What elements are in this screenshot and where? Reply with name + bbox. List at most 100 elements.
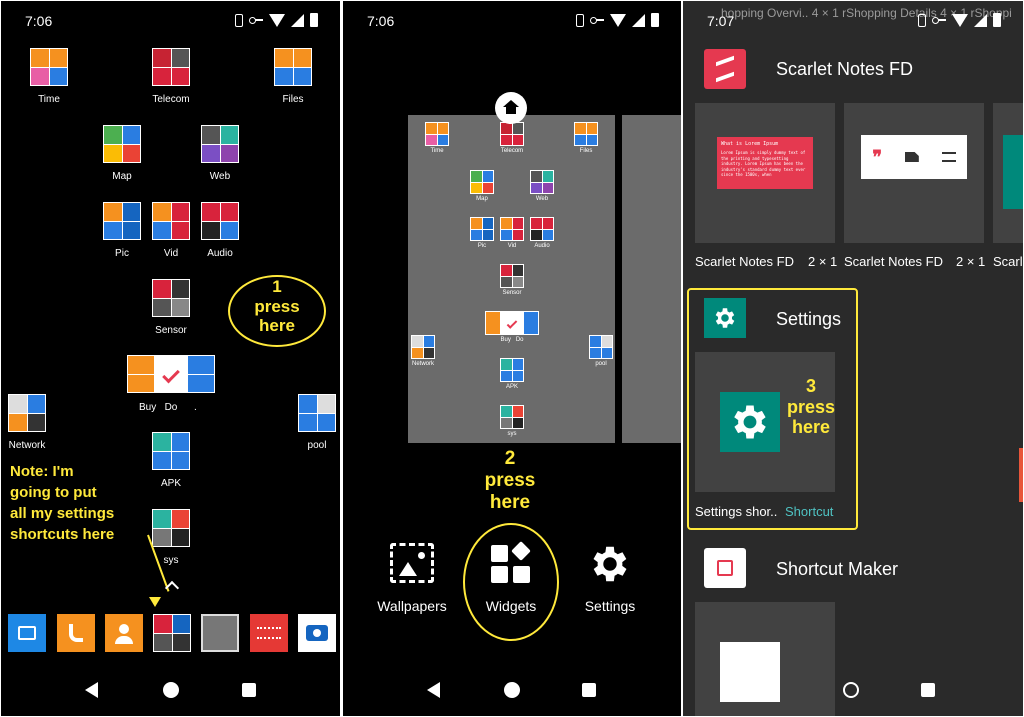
app-drawer-chevron-icon[interactable] [164, 580, 180, 596]
annotation-press-here-3: 3 press here [786, 376, 836, 438]
folder-network-icon[interactable] [8, 394, 46, 432]
folder-time-icon[interactable] [30, 48, 68, 86]
mini-telecom-label: Telecom [500, 148, 524, 154]
scarlet-widget-2-size: 2 × 1 [956, 254, 986, 269]
mini-pool-label: pool [595, 361, 607, 367]
folder-vid-icon[interactable] [152, 202, 190, 240]
scarlet-widget-3-name: Scarl [993, 254, 1023, 269]
folder-audio-label: Audio [207, 248, 233, 259]
dashcam-app-icon[interactable] [201, 614, 239, 652]
wifi-icon [952, 13, 968, 27]
mini-sensor-icon [500, 264, 524, 288]
mini-sensor-label: Sensor [502, 290, 522, 296]
folder-buy-do-label: Buy Do . [139, 402, 197, 413]
scarlet-widget-3-preview[interactable] [993, 103, 1023, 243]
mini-telecom-icon [500, 122, 524, 146]
scarlet-widget-1-preview[interactable]: What is Lorem Ipsum Lorem Ipsum is simpl… [695, 103, 835, 243]
phone-app-icon[interactable] [57, 614, 95, 652]
folder-pool-label: pool [307, 440, 327, 451]
widgets-label: Widgets [485, 598, 537, 614]
home-icon[interactable] [843, 682, 859, 698]
back-icon[interactable] [85, 682, 98, 698]
folder-telecom-icon[interactable] [152, 48, 190, 86]
status-bar: hopping Overvi.. 4 × 1 rShopping Details… [683, 1, 1023, 41]
list-icon [941, 152, 956, 162]
folder-pool-icon[interactable] [298, 394, 336, 432]
widgets-icon [491, 541, 531, 583]
folder-audio-icon[interactable] [201, 202, 239, 240]
next-page-preview[interactable] [622, 115, 681, 443]
mini-buy-do-label: Buy Do [500, 337, 524, 343]
scarlet-note-body: Lorem Ipsum is simply dummy text of the … [721, 150, 806, 178]
mini-web-label: Web [535, 196, 549, 202]
mini-pic-icon [470, 217, 494, 241]
phone-icon [576, 13, 584, 27]
mini-audio-label: Audio [534, 243, 550, 249]
recents-icon[interactable] [921, 683, 935, 697]
wifi-icon [269, 13, 285, 27]
scarlet-toolbar-preview: ❞ [861, 135, 967, 179]
camera-app-icon[interactable] [298, 614, 336, 652]
settings-label: Settings [584, 598, 636, 614]
folder-sensor-icon[interactable] [152, 279, 190, 317]
folder-apk-icon[interactable] [152, 432, 190, 470]
mini-files-label: Files [579, 148, 593, 154]
settings-widget-type: Shortcut [785, 504, 834, 519]
shortcut-maker-title: Shortcut Maker [776, 559, 899, 579]
settings-section-title: Settings [776, 309, 842, 329]
annotation-press-here-2: 2 press here [484, 448, 536, 513]
default-home-button[interactable] [495, 92, 527, 124]
annotation-press-here-1: 1 press here [254, 277, 300, 336]
folder-web-icon[interactable] [201, 125, 239, 163]
folder-buy-do-icon[interactable] [127, 355, 215, 393]
widget-picker-panel: hopping Overvi.. 4 × 1 rShopping Details… [683, 1, 1023, 716]
contacts-app-icon[interactable] [105, 614, 143, 652]
mini-vid-icon [500, 217, 524, 241]
home-icon[interactable] [163, 682, 179, 698]
mini-sys-icon [500, 405, 524, 429]
folder-files-icon[interactable] [274, 48, 312, 86]
recorder-app-icon[interactable] [250, 614, 288, 652]
home-icon[interactable] [504, 682, 520, 698]
navigation-bar [683, 666, 1023, 716]
scarlet-note-preview: What is Lorem Ipsum Lorem Ipsum is simpl… [717, 137, 813, 189]
quote-icon: ❞ [872, 146, 883, 167]
recents-icon[interactable] [242, 683, 256, 697]
tag-icon [904, 152, 919, 162]
mini-buy-do-icon [485, 311, 539, 335]
folder-telecom-label: Telecom [152, 94, 190, 105]
mini-files-icon [574, 122, 598, 146]
signal-icon [632, 13, 645, 27]
status-time: 7:06 [25, 13, 53, 29]
scarlet-widget-2-preview[interactable]: ❞ [844, 103, 984, 243]
settings-dock-folder-icon[interactable] [153, 614, 191, 652]
home-overview-panel: 7:06 Time Telecom Files Map Web Pic Vid … [343, 1, 681, 716]
checkmark-icon [162, 365, 180, 383]
scrollbar-thumb[interactable] [1019, 448, 1023, 502]
folder-web-label: Web [209, 171, 231, 182]
status-bar: 7:06 [343, 1, 681, 41]
folder-network-label: Network [8, 440, 46, 451]
mini-time-label: Time [430, 148, 444, 154]
settings-gear-icon [593, 546, 627, 582]
home-screen-preview[interactable]: Time Telecom Files Map Web Pic Vid Audio… [408, 115, 615, 443]
back-icon[interactable] [427, 682, 440, 698]
scarlet-note-title: What is Lorem Ipsum [721, 141, 779, 147]
mini-map-icon [470, 170, 494, 194]
folder-map-label: Map [112, 171, 132, 182]
home-screen-panel: 7:06 Time Telecom Files Map Web Pic Vid … [1, 1, 340, 716]
mini-time-icon [425, 122, 449, 146]
folder-sys-icon[interactable] [152, 509, 190, 547]
back-icon[interactable] [765, 682, 778, 698]
folder-sensor-label: Sensor [155, 325, 187, 336]
mini-network-icon [411, 335, 435, 359]
messages-app-icon[interactable] [8, 614, 46, 652]
battery-icon [310, 13, 318, 27]
folder-pic-icon[interactable] [103, 202, 141, 240]
annotation-note: Note: I'm going to put all my settings s… [10, 463, 115, 543]
folder-map-icon[interactable] [103, 125, 141, 163]
scarlet-widget-3-thumb [1003, 135, 1023, 209]
navigation-bar [343, 666, 681, 716]
recents-icon[interactable] [582, 683, 596, 697]
phone-icon [918, 13, 926, 27]
